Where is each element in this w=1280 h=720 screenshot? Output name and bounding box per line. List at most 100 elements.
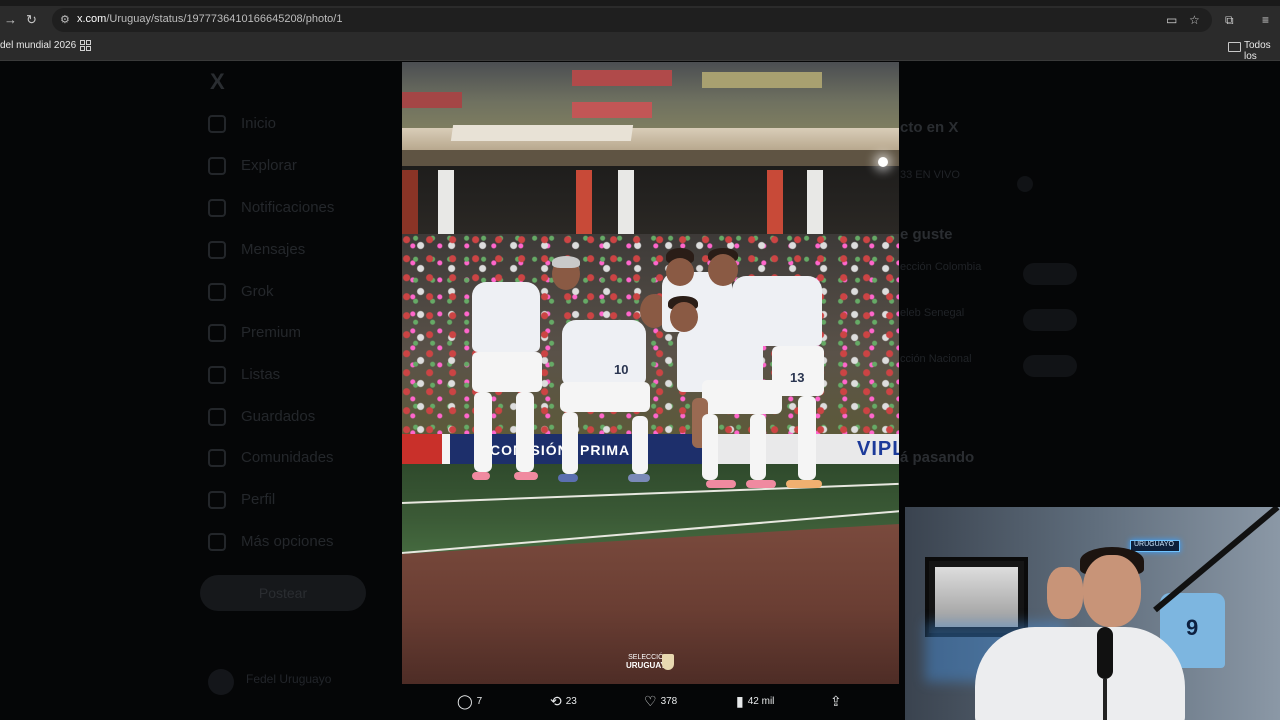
player-boot bbox=[628, 474, 650, 482]
ad-text: PRIMA bbox=[580, 442, 631, 458]
player-shorts bbox=[472, 352, 542, 392]
player-boot bbox=[706, 480, 736, 488]
bell-icon bbox=[208, 199, 226, 217]
reading-list-icon[interactable]: ≡ bbox=[1262, 13, 1269, 27]
more-icon bbox=[208, 533, 226, 551]
list-icon bbox=[208, 366, 226, 384]
sidebar-item-label: Inicio bbox=[241, 115, 277, 132]
reply-icon: ◯ bbox=[457, 693, 473, 709]
stadium-ledge bbox=[402, 150, 899, 166]
browser-toolbar: → ↻ ⚙ x.com/Uruguay/status/1977736410166… bbox=[0, 6, 1280, 34]
player-shirt bbox=[732, 276, 822, 346]
suggestion-name[interactable]: cción Nacional bbox=[900, 353, 972, 365]
sidebar-item-label: Comunidades bbox=[241, 449, 334, 466]
sidebar-item-label: Grok bbox=[241, 283, 274, 300]
player-sock bbox=[702, 414, 718, 480]
tweet-actions-bar: ◯ 7 ⟲ 23 ♡ 378 ▮ 42 mil ⇪ bbox=[402, 686, 899, 716]
streamer-hand bbox=[1047, 567, 1083, 619]
sidebar-item-label: Perfil bbox=[241, 491, 276, 508]
sidebar-item-label: Explorar bbox=[241, 157, 297, 174]
reply-count: 7 bbox=[476, 696, 483, 707]
avatar bbox=[208, 669, 234, 695]
folder-icon bbox=[1228, 42, 1241, 52]
follow-button[interactable] bbox=[1023, 309, 1077, 331]
post-button[interactable]: Postear bbox=[200, 575, 366, 611]
x-premium-icon bbox=[208, 324, 226, 342]
who-to-follow-title: e guste bbox=[900, 226, 953, 243]
cast-icon[interactable]: ▭ bbox=[1166, 13, 1177, 27]
repost-icon: ⟲ bbox=[550, 693, 562, 709]
suggestion-name[interactable]: ección Colombia bbox=[900, 261, 981, 273]
streamer-webcam: URUGUAYO 9 bbox=[905, 507, 1280, 720]
share-icon: ⇪ bbox=[830, 693, 842, 709]
grok-icon bbox=[208, 283, 226, 301]
address-bar[interactable]: ⚙ x.com/Uruguay/status/19777364101666452… bbox=[52, 8, 1212, 32]
neon-sign: URUGUAYO bbox=[1130, 540, 1180, 552]
player-boot bbox=[746, 480, 776, 488]
all-bookmarks-label[interactable]: Todos los bbox=[1244, 40, 1280, 62]
player-shorts bbox=[702, 380, 782, 414]
player-boot bbox=[786, 480, 822, 488]
jersey-number: 9 bbox=[1186, 615, 1199, 640]
live-on-x-title: cto en X bbox=[900, 119, 959, 136]
views-button[interactable]: ▮ 42 mil bbox=[736, 693, 774, 710]
sidebar: X Inicio Explorar Notificaciones Mensaje… bbox=[200, 61, 400, 720]
right-column: cto en X 33 EN VIVO e guste ección Colom… bbox=[895, 61, 1095, 481]
like-count: 378 bbox=[660, 696, 678, 707]
repost-count: 23 bbox=[565, 696, 577, 707]
site-settings-icon[interactable]: ⚙ bbox=[60, 13, 70, 26]
streamer-face bbox=[1083, 555, 1141, 627]
suggestion-name[interactable]: eleb Senegal bbox=[900, 307, 964, 319]
seat-block bbox=[402, 92, 462, 108]
tweet-photo[interactable]: COMISIÓN PRIMA VIPL 10 13 SELECCIÓNURUGU… bbox=[402, 62, 899, 684]
extensions-icon[interactable]: ⧉ bbox=[1225, 13, 1234, 28]
stadium-banner bbox=[450, 125, 634, 141]
player-boot bbox=[558, 474, 578, 482]
bookmark-icon bbox=[208, 408, 226, 426]
bookmark-star-icon[interactable]: ☆ bbox=[1189, 13, 1200, 27]
follow-button[interactable] bbox=[1023, 355, 1077, 377]
reply-button[interactable]: ◯ 7 bbox=[457, 693, 482, 710]
player-sock bbox=[632, 416, 648, 474]
trending-title: á pasando bbox=[900, 449, 975, 466]
heart-icon: ♡ bbox=[644, 693, 657, 709]
sidebar-item-label: Premium bbox=[241, 324, 302, 341]
player-sock bbox=[750, 414, 766, 480]
player-sock bbox=[798, 396, 816, 480]
player-head bbox=[670, 302, 698, 332]
follow-button[interactable] bbox=[1023, 263, 1077, 285]
player-hair bbox=[552, 256, 580, 268]
live-label: 33 EN VIVO bbox=[900, 169, 960, 181]
player-sock bbox=[562, 412, 578, 474]
home-icon bbox=[208, 115, 226, 133]
like-button[interactable]: ♡ 378 bbox=[644, 693, 677, 710]
search-icon bbox=[208, 157, 226, 175]
sidebar-item-label: Mensajes bbox=[241, 241, 306, 258]
x-logo-icon[interactable]: X bbox=[210, 69, 225, 95]
sidebar-item-label: Notificaciones bbox=[241, 199, 335, 216]
apps-grid-icon[interactable] bbox=[80, 40, 91, 51]
url-path: /Uruguay/status/1977736410166645208/phot… bbox=[106, 13, 343, 25]
profile-name: Fedel Uruguayo bbox=[246, 672, 332, 686]
bookmarks-bar: del mundial 2026 Todos los bbox=[0, 34, 1280, 62]
auf-crest-icon bbox=[662, 654, 674, 670]
jersey-number: 10 bbox=[614, 362, 629, 377]
reload-icon[interactable]: ↻ bbox=[26, 12, 37, 28]
sidebar-item-label: Más opciones bbox=[241, 533, 334, 550]
player-shorts bbox=[560, 382, 650, 412]
seat-block bbox=[702, 72, 822, 88]
url-host: x.com bbox=[77, 13, 107, 25]
forward-icon[interactable]: → bbox=[4, 12, 17, 27]
player-head bbox=[666, 258, 694, 286]
player-shirt bbox=[562, 320, 646, 384]
view-count: 42 mil bbox=[747, 696, 775, 707]
streamer-hoodie bbox=[975, 627, 1185, 720]
player-boot bbox=[472, 472, 490, 480]
live-avatar[interactable] bbox=[1017, 176, 1033, 192]
seat-block bbox=[572, 70, 672, 86]
neon-sign-text: URUGUAYO bbox=[1134, 541, 1174, 548]
bookmark-item[interactable]: del mundial 2026 bbox=[0, 40, 76, 51]
ad-text: VIPL bbox=[857, 438, 899, 460]
repost-button[interactable]: ⟲ 23 bbox=[550, 693, 577, 710]
share-button[interactable]: ⇪ bbox=[830, 693, 846, 710]
